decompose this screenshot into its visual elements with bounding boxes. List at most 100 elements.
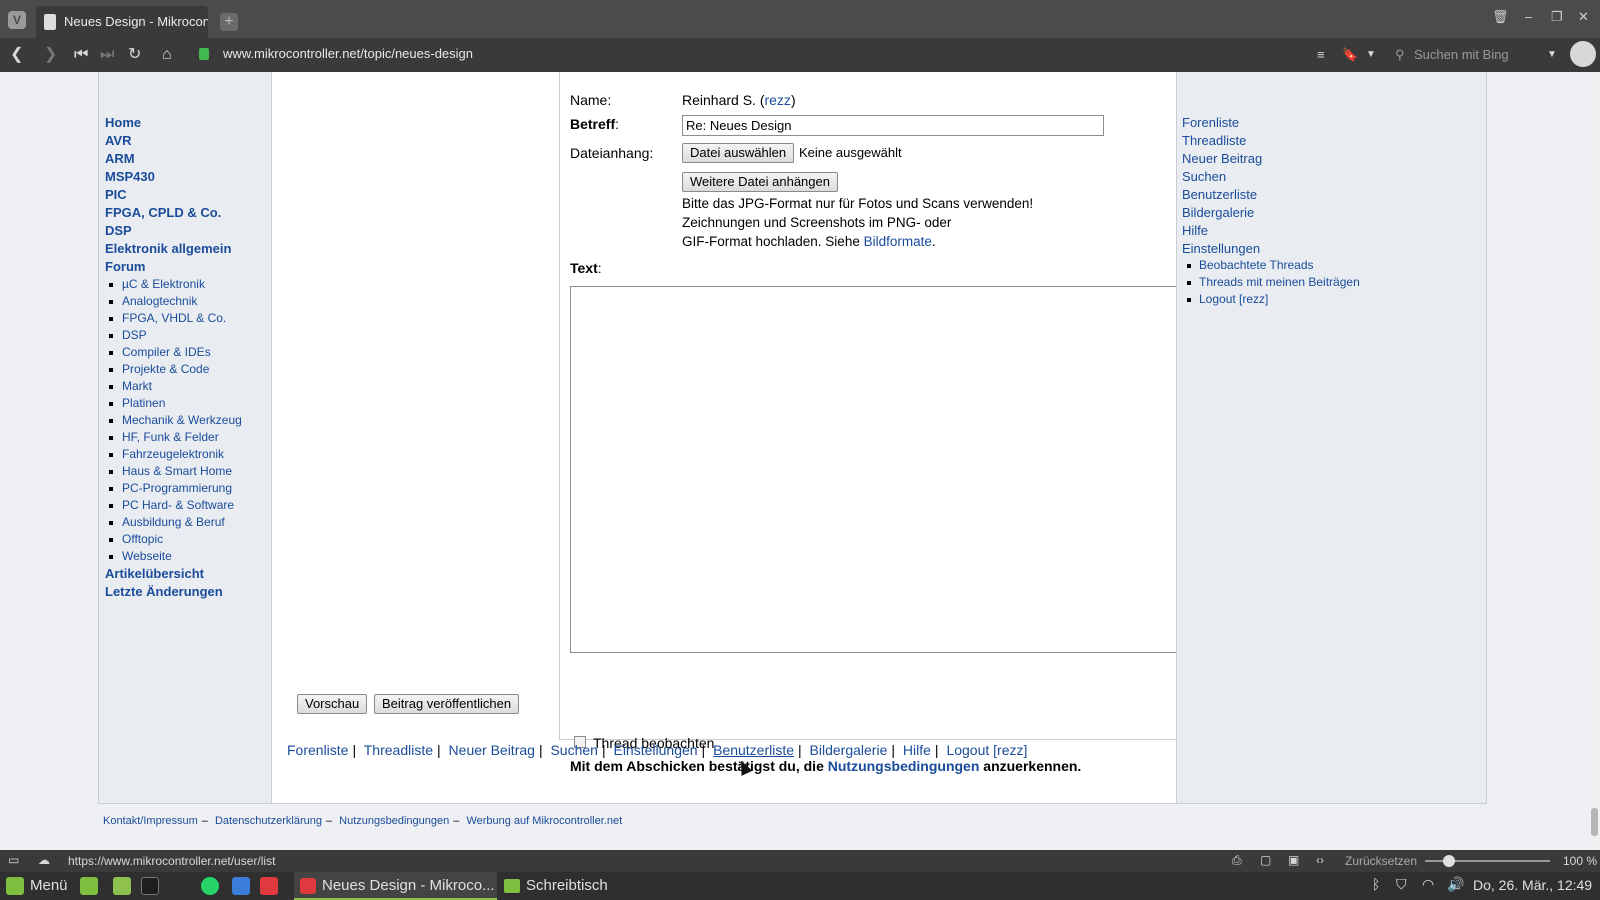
subject-input[interactable]: Re: Neues Design xyxy=(682,115,1104,136)
choose-file-button[interactable]: Datei auswählen xyxy=(682,143,795,163)
nav-elektronik[interactable]: Elektronik allgemein xyxy=(105,241,231,256)
rnav-hilfe[interactable]: Hilfe xyxy=(1182,223,1208,238)
window-icon[interactable]: ▢ xyxy=(1260,853,1271,867)
scroll-thumb[interactable] xyxy=(1591,808,1598,836)
forum-item[interactable]: DSP xyxy=(122,328,147,342)
forum-item[interactable]: Haus & Smart Home xyxy=(122,464,232,478)
forum-item[interactable]: FPGA, VHDL & Co. xyxy=(122,311,226,325)
cloud-sync-icon[interactable]: ☁ xyxy=(38,853,50,867)
footer-link-forenliste[interactable]: Forenliste xyxy=(287,742,348,758)
footer-link-threadliste[interactable]: Threadliste xyxy=(364,742,433,758)
minimize-icon[interactable]: – xyxy=(1525,9,1532,24)
new-tab-icon[interactable]: + xyxy=(220,13,238,31)
nav-avr[interactable]: AVR xyxy=(105,133,131,148)
fast-forward-icon[interactable]: ⏭ xyxy=(100,44,114,66)
footer-link-hilfe[interactable]: Hilfe xyxy=(903,742,931,758)
forum-item[interactable]: Compiler & IDEs xyxy=(122,345,211,359)
show-desktop-icon[interactable] xyxy=(80,877,98,895)
terminal-icon[interactable] xyxy=(141,877,159,895)
rnav-forenliste[interactable]: Forenliste xyxy=(1182,115,1239,130)
camera-icon[interactable]: ⎙ xyxy=(1232,853,1242,868)
nav-recent-changes[interactable]: Letzte Änderungen xyxy=(105,584,223,599)
nav-pic[interactable]: PIC xyxy=(105,187,127,202)
add-file-button[interactable]: Weitere Datei anhängen xyxy=(682,172,838,192)
rnav-neuer-beitrag[interactable]: Neuer Beitrag xyxy=(1182,151,1262,166)
wifi-icon[interactable]: ◠ xyxy=(1422,876,1434,893)
rnav-logout[interactable]: Logout [rezz] xyxy=(1199,292,1268,306)
forum-item[interactable]: Ausbildung & Beruf xyxy=(122,515,225,529)
forum-item[interactable]: Analogtechnik xyxy=(122,294,197,308)
terms-link[interactable]: Nutzungsbedingungen xyxy=(828,758,980,774)
rnav-my-threads[interactable]: Threads mit meinen Beiträgen xyxy=(1199,275,1360,289)
footer-link-einstellungen[interactable]: Einstellungen xyxy=(613,742,697,758)
volume-icon[interactable]: 🔊 xyxy=(1447,876,1464,893)
nav-forum[interactable]: Forum xyxy=(105,259,145,274)
forward-icon[interactable]: ❯ xyxy=(44,44,57,66)
forum-item[interactable]: PC-Programmierung xyxy=(122,481,232,495)
url-field[interactable]: www.mikrocontroller.net/topic/neues-desi… xyxy=(195,44,1390,66)
preview-button[interactable]: Vorschau xyxy=(297,694,368,714)
clock[interactable]: Do, 26. Mär., 12:49 xyxy=(1473,877,1592,893)
files-icon[interactable] xyxy=(113,877,131,895)
site-footer-terms[interactable]: Nutzungsbedingungen xyxy=(339,815,449,827)
search-input[interactable]: ⚲ Suchen mit Bing xyxy=(1392,44,1557,66)
forum-item[interactable]: Mechanik & Werkzeug xyxy=(122,413,242,427)
rnav-threadliste[interactable]: Threadliste xyxy=(1182,133,1246,148)
rnav-einstellungen[interactable]: Einstellungen xyxy=(1182,241,1260,256)
forum-item[interactable]: Fahrzeugelektronik xyxy=(122,447,224,461)
whatsapp-icon[interactable] xyxy=(201,877,219,895)
forum-item[interactable]: HF, Funk & Felder xyxy=(122,430,219,444)
forum-item[interactable]: µC & Elektronik xyxy=(122,277,205,291)
vivaldi-menu-icon[interactable]: V xyxy=(8,11,26,29)
close-icon[interactable]: ✕ xyxy=(1578,9,1589,25)
chevron-down-icon[interactable]: ▼ xyxy=(1366,44,1376,66)
trash-icon[interactable]: 🗑 xyxy=(1492,9,1509,25)
footer-link-suchen[interactable]: Suchen xyxy=(550,742,597,758)
rewind-icon[interactable]: ⏮ xyxy=(74,44,88,66)
bluetooth-icon[interactable]: ᛒ xyxy=(1372,876,1380,892)
rnav-bildergalerie[interactable]: Bildergalerie xyxy=(1182,205,1254,220)
rnav-watched-threads[interactable]: Beobachtete Threads xyxy=(1199,258,1314,272)
nav-arm[interactable]: ARM xyxy=(105,151,135,166)
footer-link-bildergalerie[interactable]: Bildergalerie xyxy=(810,742,888,758)
panel-toggle-icon[interactable]: ▭ xyxy=(8,853,19,867)
forum-item[interactable]: Platinen xyxy=(122,396,165,410)
site-footer-imprint[interactable]: Kontakt/Impressum xyxy=(103,815,198,827)
zoom-slider-knob[interactable] xyxy=(1443,855,1455,867)
nav-dsp[interactable]: DSP xyxy=(105,223,132,238)
search-engine-dropdown-icon[interactable]: ▼ xyxy=(1547,44,1557,66)
nav-articles[interactable]: Artikelübersicht xyxy=(105,566,204,581)
footer-link-neuer-beitrag[interactable]: Neuer Beitrag xyxy=(449,742,535,758)
zoom-reset-button[interactable]: Zurücksetzen xyxy=(1345,854,1417,868)
bookmark-icon[interactable]: 🔖 xyxy=(1342,44,1358,66)
profile-avatar[interactable] xyxy=(1570,41,1596,67)
forum-item[interactable]: Markt xyxy=(122,379,152,393)
publish-button[interactable]: Beitrag veröffentlichen xyxy=(374,694,520,714)
vivaldi-icon[interactable] xyxy=(260,877,278,895)
start-menu-button[interactable]: Menü xyxy=(6,876,68,896)
taskbar-browser-window[interactable]: Neues Design - Mikroco... xyxy=(294,872,497,900)
text-area[interactable] xyxy=(570,286,1193,653)
forum-item[interactable]: PC Hard- & Software xyxy=(122,498,234,512)
browser-tab[interactable]: Neues Design - Mikrocontr xyxy=(36,6,208,38)
home-icon[interactable]: ⌂ xyxy=(162,44,172,66)
site-footer-privacy[interactable]: Datenschutzerklärung xyxy=(215,815,322,827)
restore-icon[interactable]: ❐ xyxy=(1551,9,1563,25)
forum-item[interactable]: Projekte & Code xyxy=(122,362,209,376)
taskbar-desktop-window[interactable]: Schreibtisch xyxy=(502,872,608,900)
footer-link-benutzerliste[interactable]: Benutzerliste xyxy=(713,742,794,758)
shield-icon[interactable]: ⛉ xyxy=(1396,876,1407,893)
nav-msp430[interactable]: MSP430 xyxy=(105,169,155,184)
page-scrollbar[interactable] xyxy=(1589,72,1600,850)
image-icon[interactable]: ▣ xyxy=(1288,853,1299,867)
rnav-benutzerliste[interactable]: Benutzerliste xyxy=(1182,187,1257,202)
back-icon[interactable]: ❮ xyxy=(10,44,23,66)
footer-link-logout[interactable]: Logout [rezz] xyxy=(946,742,1027,758)
image-formats-link[interactable]: Bildformate xyxy=(864,234,932,249)
site-footer-advertising[interactable]: Werbung auf Mikrocontroller.net xyxy=(466,815,622,827)
forum-item[interactable]: Webseite xyxy=(122,549,172,563)
code-icon[interactable]: ‹› xyxy=(1316,853,1324,867)
forum-item[interactable]: Offtopic xyxy=(122,532,163,546)
reload-icon[interactable]: ↻ xyxy=(128,44,141,66)
rnav-suchen[interactable]: Suchen xyxy=(1182,169,1226,184)
